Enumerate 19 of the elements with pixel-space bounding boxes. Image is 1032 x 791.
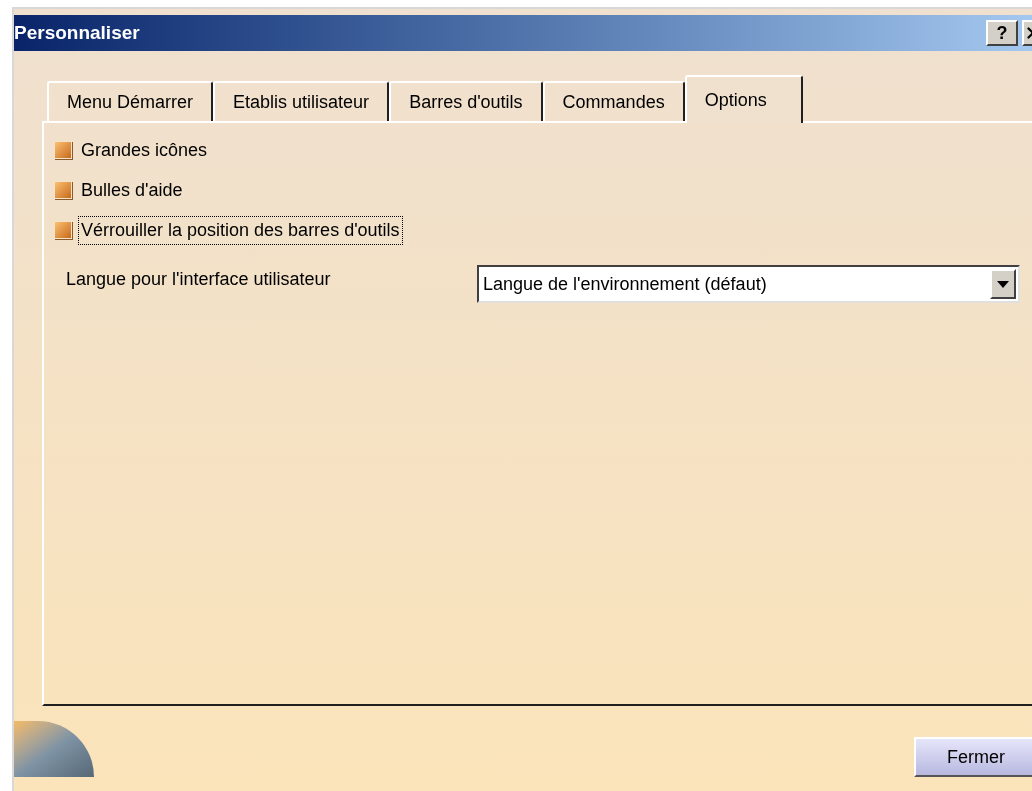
window-title: Personnaliser <box>14 20 141 45</box>
checkbox-label: Bulles d'aide <box>80 178 184 202</box>
tab[interactable]: Options <box>684 75 803 123</box>
checkbox[interactable] <box>54 221 72 239</box>
checkbox-label: Vérrouiller la position des barres d'outils <box>78 215 403 245</box>
tab[interactable]: Barres d'outils <box>389 81 543 121</box>
tab[interactable]: Etablis utilisateur <box>213 81 390 121</box>
close-dialog-button[interactable]: Fermer <box>914 737 1032 777</box>
help-button[interactable]: ? <box>986 20 1018 46</box>
checkbox[interactable] <box>54 141 72 159</box>
tab[interactable]: Menu Démarrer <box>47 81 214 121</box>
dropdown-value: Langue de l'environnement (défaut) <box>482 272 768 296</box>
dropdown-arrow-button[interactable] <box>990 269 1016 299</box>
checkbox[interactable] <box>54 181 72 199</box>
language-dropdown[interactable]: Langue de l'environnement (défaut) <box>477 265 1020 303</box>
language-label: Langue pour l'interface utilisateur <box>66 267 332 291</box>
checkbox-label: Grandes icônes <box>80 138 209 162</box>
caret-icon <box>997 280 1009 288</box>
tab[interactable]: Commandes <box>542 81 685 121</box>
